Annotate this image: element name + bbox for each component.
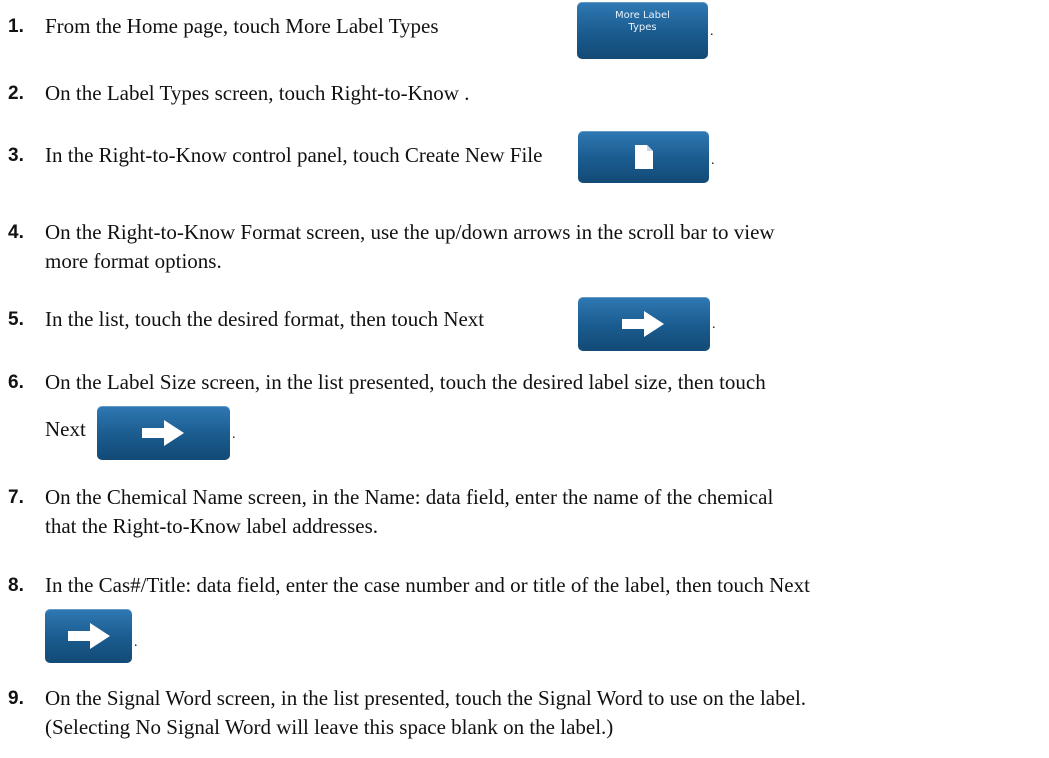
instruction-page: 1. From the Home page, touch More Label …	[0, 0, 1049, 758]
more-label-types-button[interactable]: More Label Types	[577, 2, 708, 59]
step-number: 8.	[8, 575, 24, 596]
step-4: 4. On the Right-to-Know Format screen, u…	[0, 218, 1040, 278]
step-9: 9. On the Signal Word screen, in the lis…	[0, 684, 1040, 744]
period: .	[710, 24, 714, 39]
step-number: 2.	[8, 83, 24, 104]
period: .	[134, 635, 138, 650]
arrow-right-icon	[622, 311, 664, 337]
button-label: More Label Types	[615, 10, 670, 33]
step-text: From the Home page, touch More Label Typ…	[45, 14, 439, 38]
step-text: On the Label Size screen, in the list pr…	[45, 370, 766, 394]
next-button[interactable]	[45, 609, 132, 663]
arrow-right-icon	[142, 420, 184, 446]
step-number: 5.	[8, 309, 24, 330]
step-text: On the Label Types screen, touch Right-t…	[45, 81, 470, 105]
step-number: 7.	[8, 487, 24, 508]
step-text: On the Right-to-Know Format screen, use …	[45, 220, 775, 273]
step-text: In the list, touch the desired format, t…	[45, 307, 485, 331]
step-7: 7. On the Chemical Name screen, in the N…	[0, 483, 1040, 543]
period: .	[232, 427, 236, 442]
document-icon	[635, 145, 653, 169]
step-text: On the Chemical Name screen, in the Name…	[45, 485, 774, 538]
step-number: 3.	[8, 145, 24, 166]
step-number: 4.	[8, 222, 24, 243]
arrow-right-icon	[68, 623, 110, 649]
next-button[interactable]	[578, 297, 710, 351]
step-text: In the Cas#/Title: data field, enter the…	[45, 573, 810, 597]
period: .	[712, 317, 716, 332]
step-number: 1.	[8, 16, 24, 37]
period: .	[711, 153, 715, 168]
step-number: 6.	[8, 372, 24, 393]
create-new-file-button[interactable]	[578, 131, 709, 183]
step-number: 9.	[8, 688, 24, 709]
step-text: In the Right-to-Know control panel, touc…	[45, 143, 543, 167]
step-text: On the Signal Word screen, in the list p…	[45, 686, 807, 739]
next-button[interactable]	[97, 406, 230, 460]
